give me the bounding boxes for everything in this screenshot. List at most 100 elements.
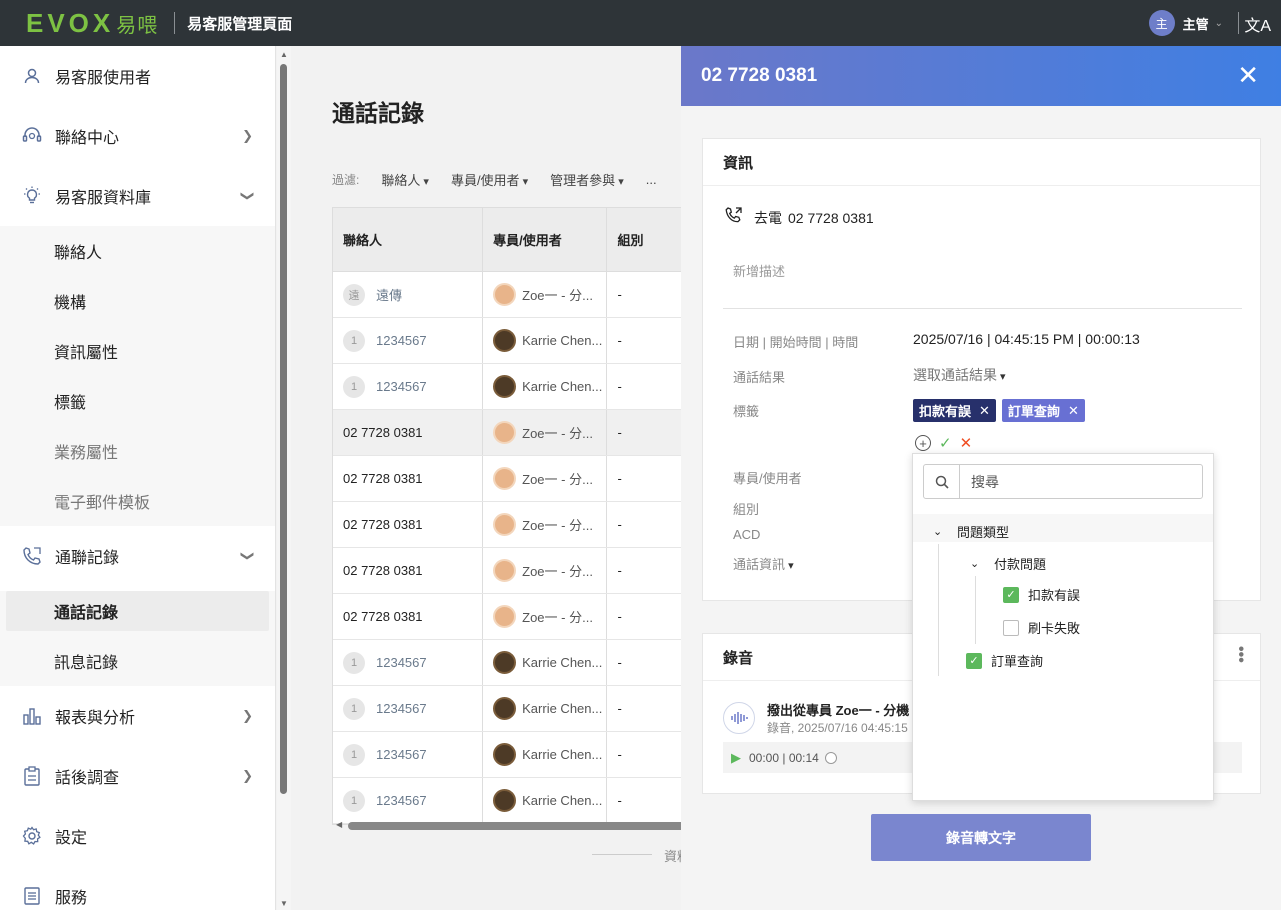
table-row[interactable]: 1 1234567 Karrie Chen... - xyxy=(333,778,691,824)
user-menu[interactable]: 主 主管 ⌄ xyxy=(1148,10,1223,36)
checkbox-checked[interactable]: ✓ xyxy=(966,652,982,669)
checkbox-checked[interactable]: ✓ xyxy=(1003,586,1019,603)
cell-contact: 1 1234567 xyxy=(333,318,484,363)
search-input[interactable] xyxy=(971,473,1171,490)
sidebar-item-info-attributes[interactable]: 資訊屬性 xyxy=(0,326,275,376)
cell-agent: Karrie Chen... xyxy=(483,364,608,409)
scroll-up-icon[interactable]: ▲ xyxy=(280,50,288,59)
sidebar-item-services[interactable]: 服務 xyxy=(0,866,275,910)
logo[interactable]: EVOX 易喂 xyxy=(26,8,158,39)
column-header-contact[interactable]: 聯絡人 xyxy=(333,208,484,271)
sidebar-item-communication-logs[interactable]: 通聯記錄 ❯ xyxy=(0,526,275,586)
scrollbar-thumb[interactable] xyxy=(348,822,692,830)
tree-guide-line xyxy=(938,544,939,676)
chevron-right-icon: ❯ xyxy=(242,768,253,783)
tree-node-root[interactable]: ⌄ 問題類型 xyxy=(933,522,1009,541)
avatar xyxy=(493,789,517,812)
cell-group: - xyxy=(617,471,622,486)
tag-label: 訂單查詢 xyxy=(1007,404,1060,419)
agent-name: Karrie Chen... xyxy=(522,793,603,808)
table-row[interactable]: 02 7728 0381 Zoe一 - 分... - xyxy=(333,410,691,456)
filter-agent[interactable]: 專員/使用者 xyxy=(451,170,528,189)
cell-agent: Zoe一 - 分... xyxy=(483,456,608,501)
tag-label: 扣款有誤 xyxy=(919,404,972,419)
cell-contact: 02 7728 0381 xyxy=(333,502,484,547)
tree-leaf-deduction-error[interactable]: ✓ 扣款有誤 xyxy=(1003,585,1080,604)
avatar xyxy=(493,697,517,720)
table-row[interactable]: 02 7728 0381 Zoe一 - 分... - xyxy=(333,594,691,640)
check-icon[interactable]: ✓ xyxy=(939,434,952,452)
tag-chip[interactable]: 訂單查詢 ✕ xyxy=(1001,399,1085,422)
result-select[interactable]: 選取通話結果 xyxy=(913,365,1006,385)
table-row[interactable]: 1 1234567 Karrie Chen... - xyxy=(333,640,691,686)
more-filters[interactable]: ... xyxy=(646,172,657,187)
sidebar-item-tags[interactable]: 標籤 xyxy=(0,376,275,426)
sidebar-item-settings[interactable]: 設定 xyxy=(0,806,275,866)
table-row[interactable]: 1 1234567 Karrie Chen... - xyxy=(333,732,691,778)
checkbox-unchecked[interactable] xyxy=(1003,619,1019,636)
column-header-agent[interactable]: 專員/使用者 xyxy=(483,208,608,271)
cell-contact: 遠遠傳 xyxy=(333,272,484,317)
table-hscrollbar[interactable]: ◀ xyxy=(332,820,692,832)
translate-icon[interactable]: 文A xyxy=(1244,12,1271,36)
chevron-down-icon: ❯ xyxy=(240,550,256,562)
table-row[interactable]: 02 7728 0381 Zoe一 - 分... - xyxy=(333,502,691,548)
sidebar-item-survey[interactable]: 話後調查 ❯ xyxy=(0,746,275,806)
search-icon xyxy=(924,465,960,498)
table-row[interactable]: 遠遠傳 Zoe一 - 分... - xyxy=(333,272,691,318)
chevron-down-icon[interactable]: ⌄ xyxy=(970,557,984,570)
tree-node-payment[interactable]: ⌄ 付款問題 xyxy=(970,554,1046,573)
agent-name: Zoe一 - 分... xyxy=(522,518,593,533)
sidebar-item-email-templates[interactable]: 電子郵件模板 xyxy=(0,476,275,526)
sidebar-item-contacts[interactable]: 聯絡人 xyxy=(0,226,275,276)
table-row[interactable]: 02 7728 0381 Zoe一 - 分... - xyxy=(333,548,691,594)
table-row[interactable]: 02 7728 0381 Zoe一 - 分... - xyxy=(333,456,691,502)
close-icon[interactable]: ✕ xyxy=(1237,60,1259,91)
cell-agent: Karrie Chen... xyxy=(483,732,608,777)
sidebar-item-contact-center[interactable]: 聯絡中心 ❯ xyxy=(0,106,275,166)
filter-manager[interactable]: 管理者參與 xyxy=(550,170,624,189)
play-icon[interactable]: ▶ xyxy=(731,750,741,766)
scrollbar-thumb[interactable] xyxy=(280,64,287,794)
sidebar-item-business-attributes[interactable]: 業務屬性 xyxy=(0,426,275,476)
avatar xyxy=(493,605,517,628)
table-row[interactable]: 1 1234567 Karrie Chen... - xyxy=(333,318,691,364)
transcribe-button[interactable]: 錄音轉文字 xyxy=(871,814,1091,861)
filter-bar: 過濾: 聯絡人 專員/使用者 管理者參與 ... xyxy=(332,170,657,189)
contact-name: 02 7728 0381 xyxy=(343,471,423,486)
column-header-group[interactable]: 組別 xyxy=(607,208,691,271)
table-row[interactable]: 1 1234567 Karrie Chen... - xyxy=(333,686,691,732)
avatar xyxy=(493,421,517,444)
tree-leaf-card-failed[interactable]: 刷卡失敗 xyxy=(1003,618,1080,637)
more-vert-icon[interactable]: ••• xyxy=(1232,646,1249,663)
table-row[interactable]: 1 1234567 Karrie Chen... - xyxy=(333,364,691,410)
add-circle-icon[interactable]: + xyxy=(915,435,931,451)
sidebar-item-call-logs[interactable]: 通話記錄 xyxy=(6,591,269,631)
sidebar-item-message-logs[interactable]: 訊息記錄 xyxy=(0,636,275,686)
sidebar-item-reports[interactable]: 報表與分析 ❯ xyxy=(0,686,275,746)
contact-badge: 1 xyxy=(343,329,365,352)
remove-tag-icon[interactable]: ✕ xyxy=(1068,403,1079,419)
phone-outgoing-icon xyxy=(725,207,742,229)
sidebar-item-users[interactable]: 易客服使用者 xyxy=(0,46,275,106)
filter-contact[interactable]: 聯絡人 xyxy=(381,170,429,189)
cancel-icon[interactable]: ✕ xyxy=(960,434,973,452)
contact-name: 02 7728 0381 xyxy=(343,609,423,624)
gear-icon xyxy=(22,826,42,846)
tag-chip[interactable]: 扣款有誤 ✕ xyxy=(913,399,996,422)
scroll-down-icon[interactable]: ▼ xyxy=(280,899,288,908)
call-info-toggle[interactable]: 通話資訊 xyxy=(733,554,794,573)
sidebar-item-knowledge-base[interactable]: 易客服資料庫 ❯ xyxy=(0,166,275,226)
sidebar-scrollbar[interactable]: ▲ ▼ xyxy=(277,46,291,910)
scroll-left-icon[interactable]: ◀ xyxy=(336,820,342,829)
call-log-table: 聯絡人 專員/使用者 組別 遠遠傳 Zoe一 - 分... - 1 1234567 Kar… xyxy=(332,207,692,825)
sidebar-item-organizations[interactable]: 機構 xyxy=(0,276,275,326)
seek-slider[interactable] xyxy=(824,751,837,764)
add-description[interactable]: 新增描述 xyxy=(733,261,785,280)
tree-node-order-inquiry[interactable]: ✓ 訂單查詢 xyxy=(966,651,1043,670)
chevron-right-icon: ❯ xyxy=(242,708,253,723)
tree-node-label: 扣款有誤 xyxy=(1028,588,1081,603)
cell-agent: Zoe一 - 分... xyxy=(483,594,608,639)
chevron-down-icon[interactable]: ⌄ xyxy=(933,525,947,538)
remove-tag-icon[interactable]: ✕ xyxy=(979,403,990,419)
